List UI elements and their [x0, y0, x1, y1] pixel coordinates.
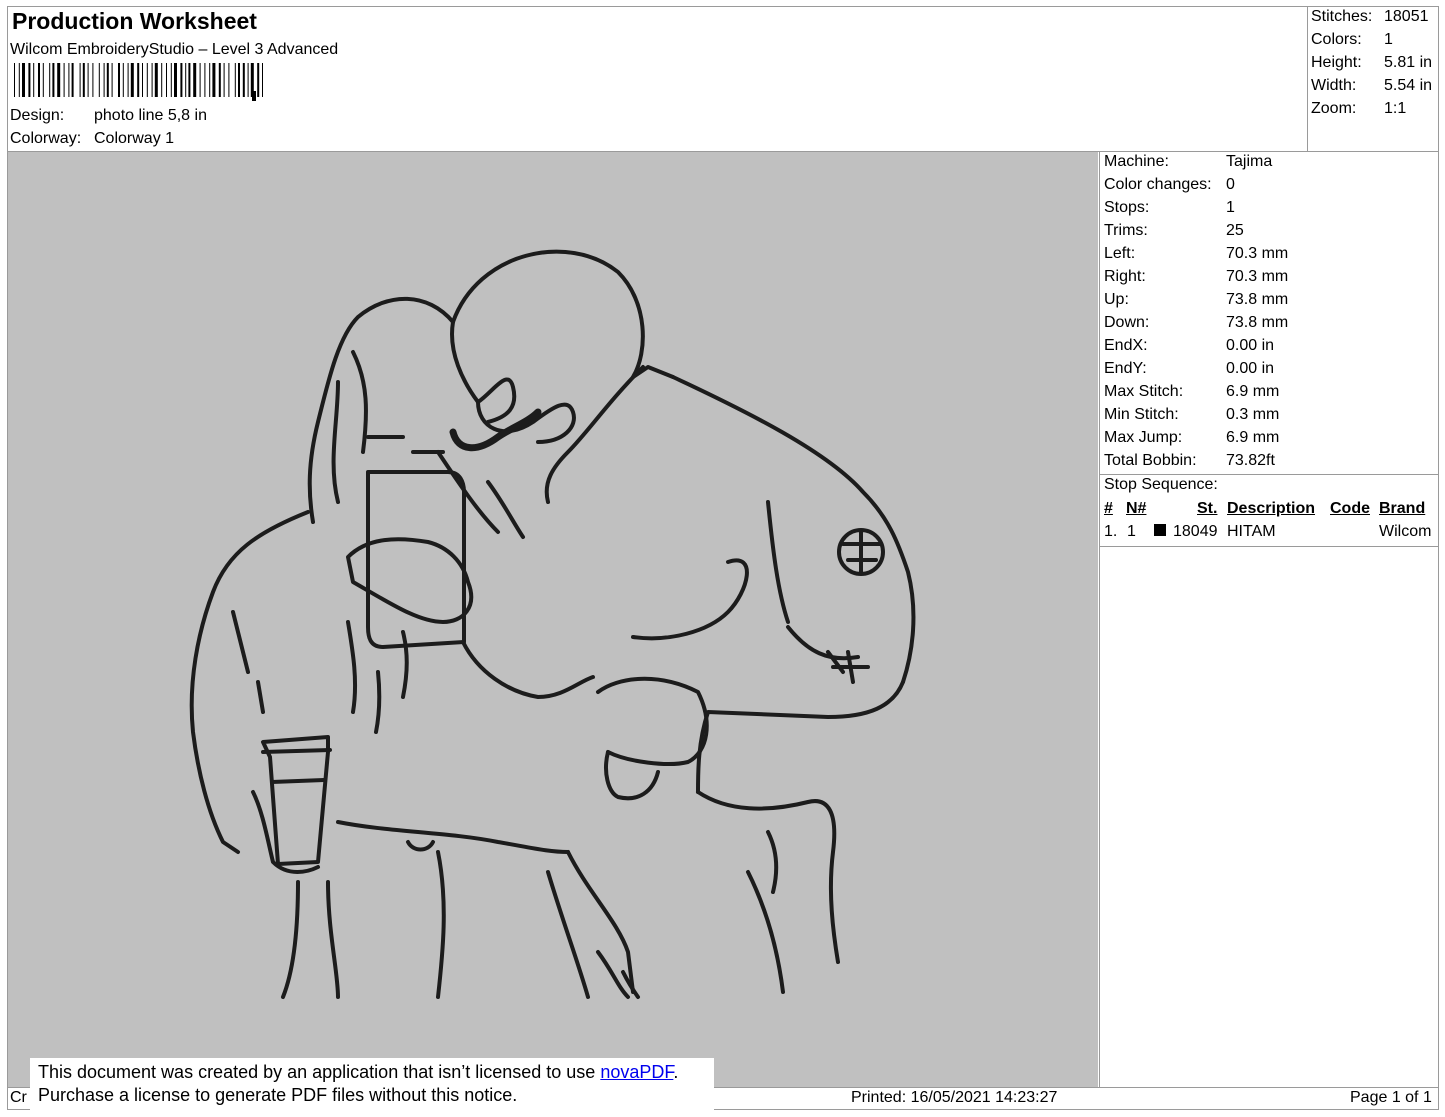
row-description: HITAM	[1227, 523, 1276, 540]
column-header-needle: N#	[1126, 500, 1147, 517]
colorway-label: Colorway:	[10, 130, 82, 147]
zoom-label: Zoom:	[1311, 100, 1357, 117]
page-number: Page 1 of 1	[1350, 1089, 1432, 1106]
design-value: photo line 5,8 in	[94, 107, 207, 124]
column-header-code: Code	[1330, 500, 1370, 517]
license-notice: This document was created by an applicat…	[30, 1058, 714, 1114]
column-header-stitches: St.	[1197, 500, 1218, 517]
endx-value: 0.00 in	[1226, 337, 1275, 354]
height-label: Height:	[1311, 54, 1362, 71]
right-label: Right:	[1104, 268, 1146, 285]
page-title: Production Worksheet	[12, 8, 257, 34]
notice-line-1: This document was created by an applicat…	[38, 1062, 678, 1083]
stop-divider	[1100, 474, 1438, 475]
width-label: Width:	[1311, 77, 1357, 94]
max-stitch-label: Max Stitch:	[1104, 383, 1184, 400]
notice-period: .	[673, 1062, 679, 1082]
footer-fragment: Cr	[10, 1089, 27, 1106]
row-stitches: 18049	[1173, 523, 1218, 540]
color-changes-value: 0	[1226, 176, 1235, 193]
top-border	[8, 6, 1438, 7]
height-value: 5.81 in	[1384, 54, 1433, 71]
endy-value: 0.00 in	[1226, 360, 1275, 377]
stop-table-divider	[1100, 546, 1438, 547]
right-value: 70.3 mm	[1226, 268, 1289, 285]
printed-date: Printed: 16/05/2021 14:23:27	[851, 1089, 1058, 1106]
notice-line-2: Purchase a license to generate PDF files…	[38, 1085, 518, 1105]
endy-label: EndY:	[1104, 360, 1147, 377]
machine-label: Machine:	[1104, 153, 1169, 170]
left-label: Left:	[1104, 245, 1136, 262]
column-header-description: Description	[1227, 500, 1316, 517]
total-bobbin-value: 73.82ft	[1226, 452, 1275, 469]
right-border	[1438, 6, 1439, 1110]
trims-label: Trims:	[1104, 222, 1148, 239]
info-divider	[1099, 152, 1100, 1087]
up-value: 73.8 mm	[1226, 291, 1289, 308]
row-brand: Wilcom	[1379, 523, 1432, 540]
design-preview	[8, 152, 1098, 1087]
colors-label: Colors:	[1311, 31, 1362, 48]
left-value: 70.3 mm	[1226, 245, 1289, 262]
down-label: Down:	[1104, 314, 1150, 331]
zoom-value: 1:1	[1384, 100, 1407, 117]
down-value: 73.8 mm	[1226, 314, 1289, 331]
colorway-value: Colorway 1	[94, 130, 175, 147]
notice-text: This document was created by an applicat…	[38, 1062, 601, 1082]
max-stitch-value: 6.9 mm	[1226, 383, 1280, 400]
column-header-index: #	[1104, 500, 1113, 517]
min-stitch-value: 0.3 mm	[1226, 406, 1280, 423]
stitches-value: 18051	[1384, 8, 1429, 25]
column-header-brand: Brand	[1379, 500, 1426, 517]
color-swatch	[1154, 524, 1166, 536]
machine-value: Tajima	[1226, 153, 1273, 170]
stitches-label: Stitches:	[1311, 8, 1373, 25]
colors-value: 1	[1384, 31, 1393, 48]
stop-sequence-title: Stop Sequence:	[1104, 476, 1218, 493]
endx-label: EndX:	[1104, 337, 1148, 354]
up-label: Up:	[1104, 291, 1129, 308]
max-jump-value: 6.9 mm	[1226, 429, 1280, 446]
stats-divider	[1307, 6, 1308, 152]
stops-label: Stops:	[1104, 199, 1150, 216]
row-needle: 1	[1127, 523, 1136, 540]
color-changes-label: Color changes:	[1104, 176, 1212, 193]
software-name: Wilcom EmbroideryStudio – Level 3 Advanc…	[10, 41, 339, 58]
embroidery-design-image	[189, 249, 916, 999]
max-jump-label: Max Jump:	[1104, 429, 1183, 446]
total-bobbin-label: Total Bobbin:	[1104, 452, 1197, 469]
row-index: 1.	[1104, 523, 1118, 540]
novapdf-link[interactable]: novaPDF	[600, 1062, 673, 1082]
design-label: Design:	[10, 107, 65, 124]
stops-value: 1	[1226, 199, 1235, 216]
barcode-image	[14, 63, 263, 101]
width-value: 5.54 in	[1384, 77, 1433, 94]
min-stitch-label: Min Stitch:	[1104, 406, 1179, 423]
trims-value: 25	[1226, 222, 1244, 239]
